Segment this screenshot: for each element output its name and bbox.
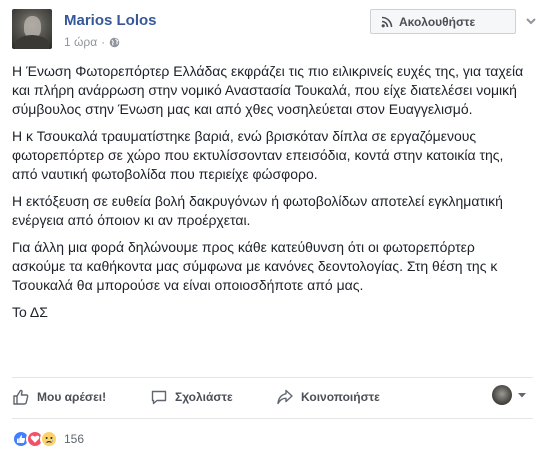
reaction-count: 156 [64, 432, 85, 446]
share-label: Κοινοποιήστε [301, 390, 380, 404]
post-paragraph: Για άλλη μια φορά δηλώνουμε προς κάθε κα… [12, 239, 498, 293]
divider [12, 418, 533, 419]
comment-label: Σχολιάστε [175, 390, 233, 404]
post-paragraph: Η κ Τσουκαλά τραυματίστηκε βαριά, ενώ βρ… [12, 128, 504, 182]
thumbs-up-icon [13, 389, 29, 405]
follow-label: Ακολουθήστε [399, 14, 476, 29]
post-meta: 1 ώρα · [64, 35, 120, 49]
chevron-down-icon[interactable] [524, 14, 538, 28]
comment-icon [151, 390, 167, 405]
post-signature: Το ΔΣ [12, 304, 48, 320]
rss-icon [381, 16, 393, 27]
meta-separator: · [101, 35, 106, 49]
sad-reaction-icon [40, 430, 58, 448]
post-timestamp[interactable]: 1 ώρα [64, 35, 97, 49]
avatar-shoulders [15, 35, 49, 49]
follow-button[interactable]: Ακολουθήστε [370, 9, 516, 34]
author-name[interactable]: Marios Lolos [64, 12, 157, 29]
post-paragraph: Η Ένωση Φωτορεπόρτερ Ελλάδας εκφράζει τι… [12, 63, 524, 117]
share-icon [277, 389, 293, 405]
facebook-post: Marios Lolos 1 ώρα · Ακολουθήστε Η Ένωση… [0, 0, 545, 465]
author-avatar[interactable] [12, 9, 52, 49]
reactions-summary[interactable]: 156 [12, 430, 84, 448]
divider [12, 377, 533, 378]
caret-down-icon [518, 393, 526, 398]
post-paragraph: Η εκτόξευση σε ευθεία βολή δακρυγόνων ή … [12, 193, 503, 228]
page-voice-selector[interactable] [492, 385, 527, 405]
profile-avatar [492, 385, 512, 405]
like-label: Μου αρέσει! [37, 390, 107, 404]
like-button[interactable]: Μου αρέσει! [12, 384, 132, 410]
share-button[interactable]: Κοινοποιήστε [276, 384, 406, 410]
post-body: Η Ένωση Φωτορεπόρτερ Ελλάδας εκφράζει τι… [12, 62, 532, 330]
comment-button[interactable]: Σχολιάστε [150, 384, 260, 410]
globe-icon[interactable] [109, 37, 120, 48]
